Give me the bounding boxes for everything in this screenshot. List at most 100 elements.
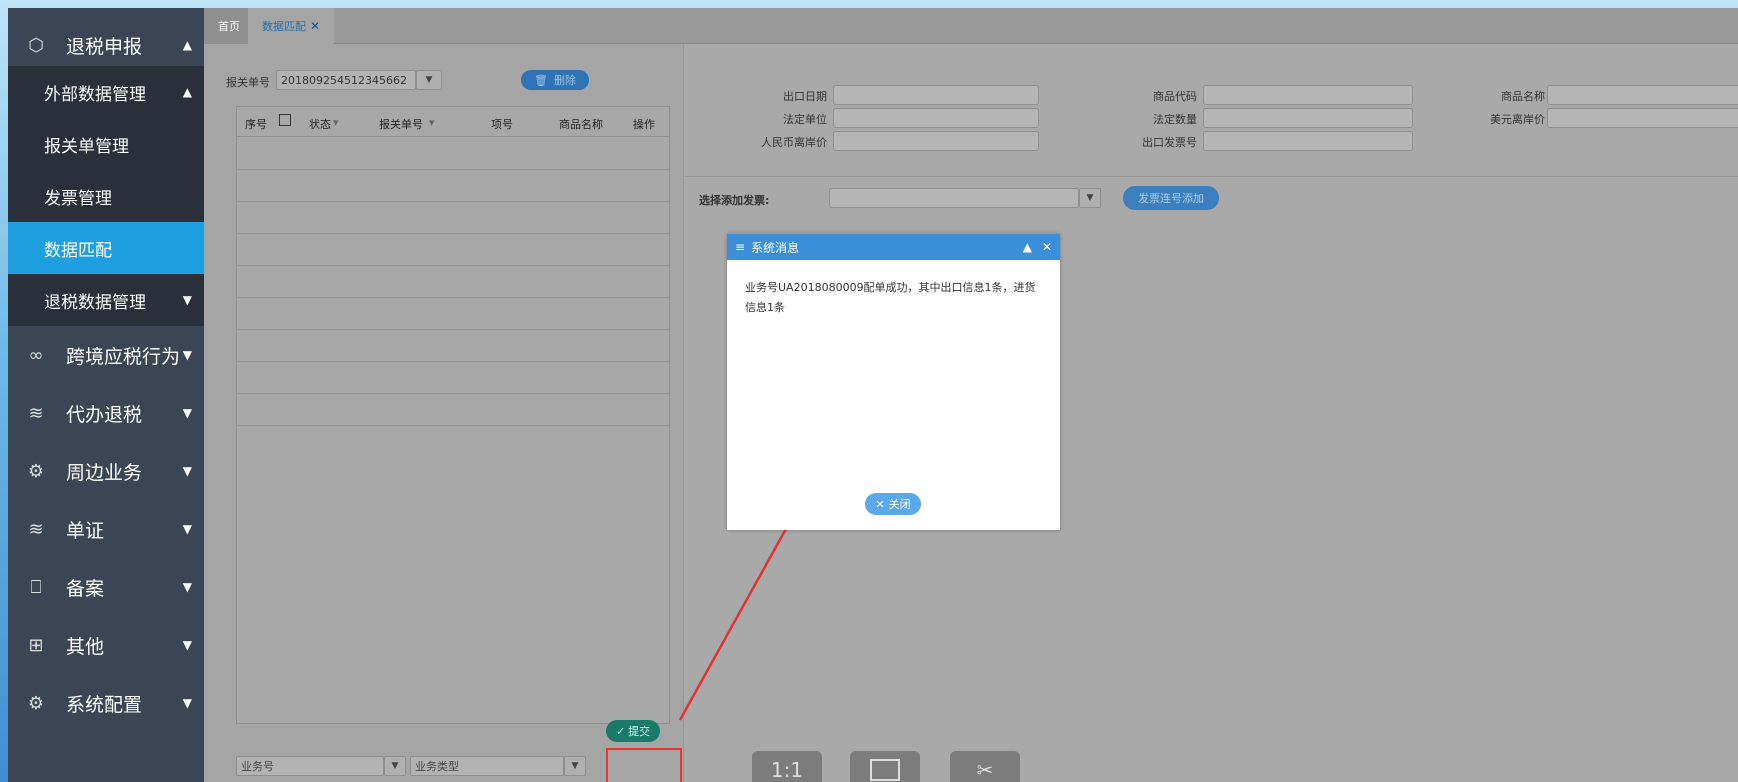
export-invoice-input[interactable] (1203, 131, 1413, 151)
chevron-down-icon[interactable]: ▼ (416, 70, 442, 90)
infinity-icon: ∞ (28, 344, 44, 366)
sidebar-item-system-config[interactable]: ⚙ 系统配置 ▼ (8, 674, 204, 732)
delete-label: 删除 (553, 74, 576, 87)
sidebar-sub-label: 外部数据管理 (44, 84, 146, 105)
customs-no-label: 报关单号 (226, 76, 270, 89)
sidebar-item-label: 跨境应税行为 (66, 345, 181, 368)
business-no-field[interactable]: 业务号 (236, 756, 384, 776)
export-invoice-label: 出口发票号 (1142, 136, 1197, 149)
sidebar: ⬡ 退税申报 ▲ 外部数据管理 ▲ 报关单管理 发票管理 数据匹配 退税数据管理… (8, 8, 204, 782)
checkmark-icon: ✓ (615, 724, 626, 738)
trash-icon: 🗑 (534, 73, 548, 87)
chevron-up-icon: ▲ (182, 85, 192, 99)
invoice-select[interactable] (829, 188, 1079, 208)
sidebar-item-label: 单证 (66, 519, 105, 542)
dialog-close-button[interactable]: ✕ 关闭 (865, 493, 921, 515)
chevron-up-icon: ▲ (182, 38, 192, 52)
tab-label: 首页 (218, 20, 240, 33)
legal-qty-input[interactable] (1203, 108, 1413, 128)
table-row (237, 297, 669, 298)
table-row (237, 329, 669, 330)
tab-data-match[interactable]: 数据匹配 ✕ (248, 8, 335, 44)
tab-home[interactable]: 首页 (204, 8, 254, 44)
submit-button[interactable]: ✓ 提交 (606, 720, 660, 742)
table-row (237, 169, 669, 170)
sidebar-sub-invoice[interactable]: 发票管理 (8, 170, 204, 222)
chevron-down-icon[interactable]: ▼ (564, 756, 586, 776)
legal-unit-input[interactable] (833, 108, 1039, 128)
table-row (237, 425, 669, 426)
rmb-price-input[interactable] (833, 131, 1039, 151)
menu-icon: ≡ (735, 240, 746, 254)
book-icon: ⎕ (30, 576, 42, 598)
col-index: 序号 (245, 118, 267, 131)
close-icon: ✕ (875, 497, 885, 511)
sidebar-item-filing[interactable]: ⎕ 备案 ▼ (8, 558, 204, 616)
sort-icon[interactable]: ▾ (333, 116, 339, 129)
sidebar-item-label: 系统配置 (66, 693, 143, 716)
chevron-down-icon: ▼ (182, 406, 192, 420)
business-type-field[interactable]: 业务类型 (410, 756, 564, 776)
sidebar-item-other[interactable]: ⊞ 其他 ▼ (8, 616, 204, 674)
legal-unit-label: 法定单位 (783, 113, 827, 126)
cube-icon: ⬡ (28, 34, 44, 56)
export-date-input[interactable] (833, 85, 1039, 105)
sidebar-item-label: 退税申报 (66, 35, 143, 58)
delete-button[interactable]: 🗑 删除 (521, 70, 589, 90)
chevron-down-icon[interactable]: ▼ (1079, 188, 1101, 208)
system-message-dialog: ≡ 系统消息 ▲ ✕ 业务号UA2018080009配单成功，其中出口信息1条，… (727, 234, 1060, 530)
chevron-down-icon[interactable]: ▼ (384, 756, 406, 776)
chevron-down-icon: ▼ (182, 580, 192, 594)
customs-no-input[interactable]: 201809254512345662 (276, 70, 416, 90)
sidebar-item-label: 代办退税 (66, 403, 143, 426)
chevron-down-icon: ▼ (182, 696, 192, 710)
table-row (237, 361, 669, 362)
col-action: 操作 (633, 118, 655, 131)
dialog-header: ≡ 系统消息 ▲ ✕ (727, 234, 1060, 260)
table-row (237, 201, 669, 202)
scissors-icon: ✂ (976, 758, 994, 782)
export-date-label: 出口日期 (783, 90, 827, 103)
goods-code-label: 商品代码 (1153, 90, 1197, 103)
sidebar-sub-label: 报关单管理 (44, 136, 129, 157)
sidebar-item-peripheral[interactable]: ⚙ 周边业务 ▼ (8, 442, 204, 500)
fit-screen-button[interactable] (850, 751, 920, 782)
select-all-checkbox[interactable] (279, 114, 291, 126)
sidebar-item-documents[interactable]: ≋ 单证 ▼ (8, 500, 204, 558)
invoice-add-button[interactable]: 发票连号添加 (1123, 186, 1219, 210)
zoom-one-to-one-button[interactable]: 1:1 (752, 751, 822, 782)
sidebar-item-label: 其他 (66, 635, 105, 658)
close-icon[interactable]: ✕ (310, 19, 320, 33)
usd-price-input[interactable] (1547, 108, 1738, 128)
close-icon[interactable]: ✕ (1042, 240, 1052, 254)
sidebar-sub-external-data[interactable]: 外部数据管理 ▲ (8, 66, 204, 118)
chevron-down-icon: ▼ (182, 522, 192, 536)
invoice-select-label: 选择添加发票: (699, 194, 770, 207)
layers-icon: ≋ (28, 402, 44, 424)
usd-price-label: 美元离岸价 (1490, 113, 1545, 126)
crop-button[interactable]: ✂ (950, 751, 1020, 782)
apps-icon: ⊞ (28, 634, 44, 656)
sidebar-item-label: 备案 (66, 577, 105, 600)
col-customs-no[interactable]: 报关单号 (379, 116, 423, 132)
col-status[interactable]: 状态 (309, 116, 331, 132)
chevron-down-icon: ▼ (182, 464, 192, 478)
chevron-down-icon: ▼ (182, 638, 192, 652)
gear-icon: ⚙ (27, 460, 45, 482)
sidebar-item-agent-refund[interactable]: ≋ 代办退税 ▼ (8, 384, 204, 442)
sidebar-item-cross-border[interactable]: ∞ 跨境应税行为 ▼ (8, 326, 204, 384)
customs-table: 序号 状态 ▾ 报关单号 ▾ 项号 商品名称 操作 (236, 106, 670, 724)
sort-icon[interactable]: ▾ (429, 116, 435, 129)
customs-list-panel: 报关单号 201809254512345662 ▼ 🗑 删除 序号 状态 ▾ 报… (204, 44, 684, 782)
goods-name-input[interactable] (1547, 85, 1738, 105)
sidebar-sub-label: 发票管理 (44, 188, 112, 209)
goods-code-input[interactable] (1203, 85, 1413, 105)
dialog-title: 系统消息 (751, 240, 800, 255)
sidebar-sub-label: 数据匹配 (44, 240, 112, 261)
sidebar-sub-customs[interactable]: 报关单管理 (8, 118, 204, 170)
table-header: 序号 状态 ▾ 报关单号 ▾ 项号 商品名称 操作 (237, 107, 669, 137)
sidebar-sub-refund-data[interactable]: 退税数据管理 ▼ (8, 274, 204, 326)
collapse-icon[interactable]: ▲ (1023, 240, 1032, 254)
sidebar-sub-data-match[interactable]: 数据匹配 (8, 222, 204, 274)
divider (685, 176, 1738, 177)
